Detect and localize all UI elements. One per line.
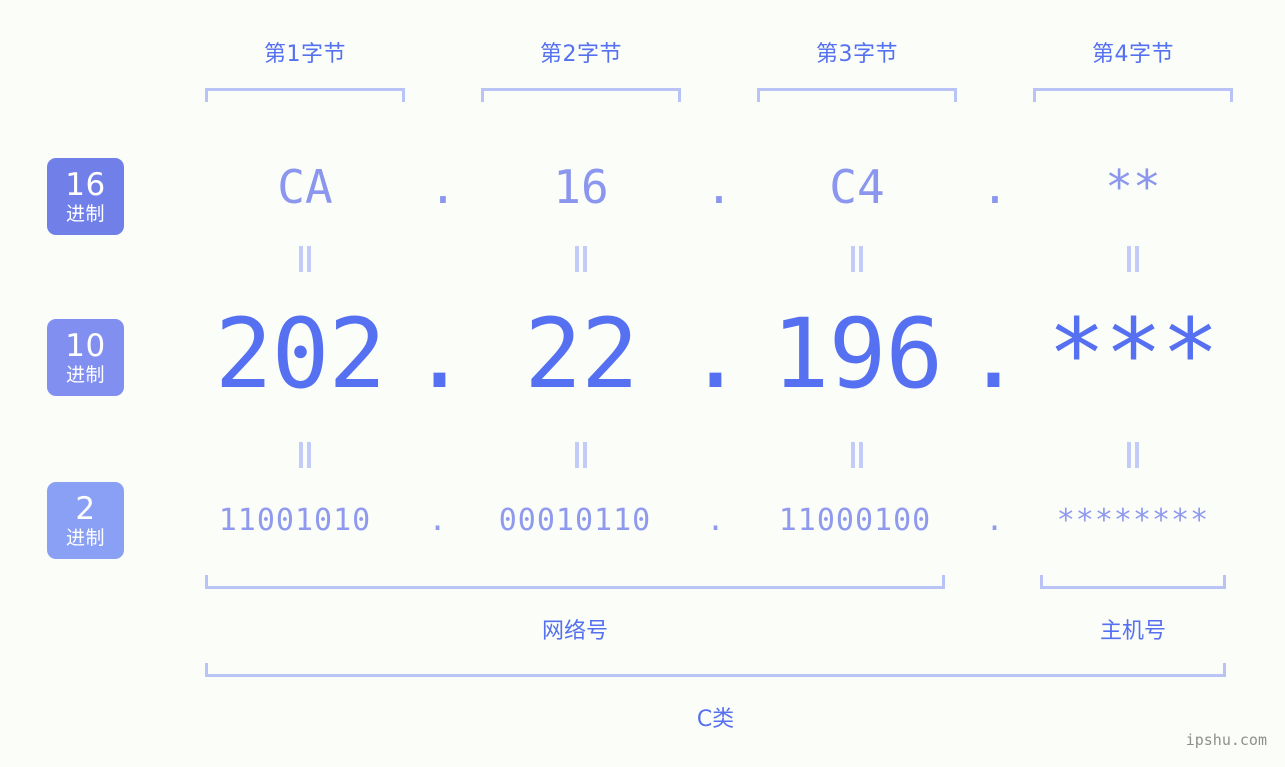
byte-header-1: 第1字节 <box>264 42 346 67</box>
byte-bracket-2 <box>481 88 681 102</box>
bin-octet-4: ******** <box>1056 503 1210 538</box>
hex-value-row: CA . 16 . C4 . ** <box>0 160 1285 220</box>
decimal-value-row: 202 . 22 . 196 . *** <box>0 298 1285 426</box>
byte-header-2: 第2字节 <box>540 42 622 67</box>
hex-separator-2: . <box>705 160 733 214</box>
byte-bracket-4 <box>1033 88 1233 102</box>
host-portion-label: 主机号 <box>1099 619 1166 644</box>
hex-octet-3: C4 <box>829 160 885 214</box>
bin-octet-2: 00010110 <box>498 503 652 538</box>
equals-icon-dec-bin-2 <box>573 442 589 468</box>
address-class-bracket <box>205 663 1226 677</box>
hex-octet-4: ** <box>1105 160 1161 214</box>
dec-separator-3: . <box>964 298 1023 410</box>
network-portion-bracket <box>205 575 945 589</box>
bin-octet-1: 11001010 <box>218 503 372 538</box>
dec-octet-1: 202 <box>214 298 386 410</box>
equals-icon-hex-dec-1 <box>297 246 313 272</box>
hex-separator-3: . <box>981 160 1009 214</box>
equals-icon-dec-bin-4 <box>1125 442 1141 468</box>
dec-separator-2: . <box>686 298 745 410</box>
bin-octet-3: 11000100 <box>778 503 932 538</box>
address-class-label: C类 <box>696 707 735 732</box>
equals-icon-dec-bin-3 <box>849 442 865 468</box>
dec-octet-4: *** <box>1047 298 1219 410</box>
hex-octet-1: CA <box>277 160 333 214</box>
equals-icon-hex-dec-3 <box>849 246 865 272</box>
bin-separator-2: . <box>706 503 726 538</box>
equals-icon-hex-dec-4 <box>1125 246 1141 272</box>
byte-bracket-1 <box>205 88 405 102</box>
equals-icon-hex-dec-2 <box>573 246 589 272</box>
dec-separator-1: . <box>410 298 469 410</box>
byte-header-4: 第4字节 <box>1092 42 1174 67</box>
bin-separator-3: . <box>985 503 1005 538</box>
equals-icon-dec-bin-1 <box>297 442 313 468</box>
byte-bracket-3 <box>757 88 957 102</box>
dec-octet-3: 196 <box>771 298 943 410</box>
hex-separator-1: . <box>429 160 457 214</box>
site-watermark: ipshu.com <box>1185 731 1267 749</box>
host-portion-bracket <box>1040 575 1226 589</box>
dec-octet-2: 22 <box>524 298 639 410</box>
ip-address-breakdown-diagram: 第1字节 第2字节 第3字节 第4字节 16 进制 10 进制 2 进制 CA … <box>0 0 1285 767</box>
byte-header-3: 第3字节 <box>816 42 898 67</box>
bin-separator-1: . <box>428 503 448 538</box>
network-portion-label: 网络号 <box>541 619 608 644</box>
binary-value-row: 11001010 . 00010110 . 11000100 . *******… <box>0 503 1285 545</box>
hex-octet-2: 16 <box>553 160 609 214</box>
